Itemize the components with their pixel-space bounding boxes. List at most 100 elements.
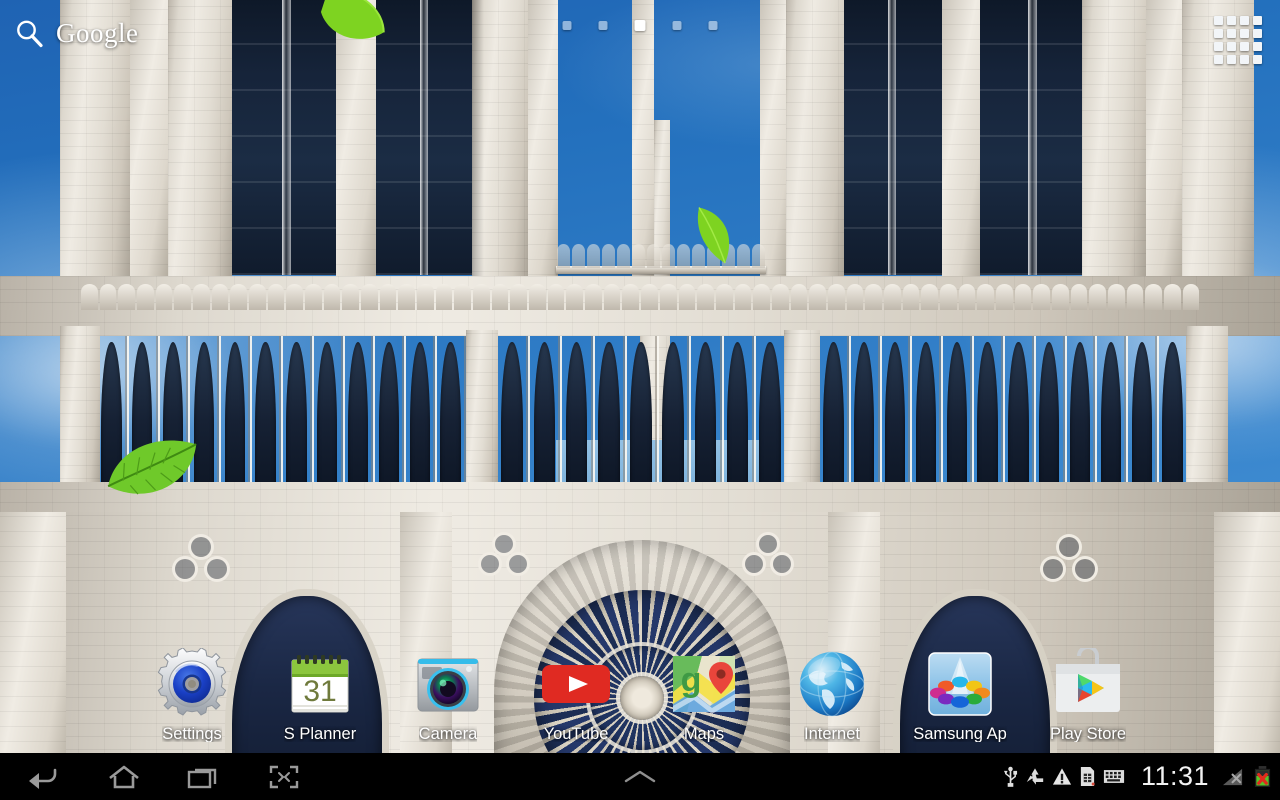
tower-right-mullion <box>1028 0 1037 275</box>
page-dot-2[interactable] <box>598 21 608 30</box>
page-dot-1[interactable] <box>562 21 572 30</box>
app-label: Settings <box>162 725 222 742</box>
app-shortcut-settings[interactable]: Settings <box>128 646 256 743</box>
apps-drawer-button[interactable] <box>1214 16 1262 64</box>
apps-grid-cell <box>1240 42 1249 51</box>
page-dot-5[interactable] <box>708 21 718 30</box>
app-shortcut-internet[interactable]: Internet <box>768 648 896 743</box>
arcade-pier <box>466 330 498 490</box>
tower-right-pier <box>942 0 980 280</box>
home-app-row: Settings 31 S Planner Camera YouTube g M… <box>0 644 1280 743</box>
status-bar-clock: 11:31 <box>1140 761 1209 791</box>
recent-apps-icon[interactable] <box>182 760 226 794</box>
recycle-icon <box>1025 767 1045 786</box>
nav-button-group <box>0 760 306 794</box>
apps-grid-cell <box>1227 42 1236 51</box>
arcade-pier <box>784 330 820 490</box>
trefoil-ornament <box>742 552 766 576</box>
no-signal-icon <box>1221 766 1246 787</box>
trefoil-ornament <box>172 556 198 582</box>
calendar-icon: 31 <box>284 648 356 720</box>
play-store-icon <box>1052 644 1124 720</box>
app-shortcut-samsung-apps[interactable]: Samsung Ap <box>896 648 1024 743</box>
page-indicator[interactable] <box>562 20 718 31</box>
apps-grid-cell <box>1214 42 1223 51</box>
app-label: Internet <box>804 725 860 742</box>
trefoil-ornament <box>478 552 502 576</box>
trefoil-ornament <box>756 532 780 556</box>
apps-grid-cell <box>1253 29 1262 38</box>
sim-card-icon <box>1079 766 1096 787</box>
apps-grid-cell <box>1253 16 1262 25</box>
battery-error-icon <box>1253 765 1272 788</box>
trefoil-ornament <box>492 532 516 556</box>
samsung-apps-icon <box>924 648 996 720</box>
svg-text:g: g <box>681 661 702 699</box>
app-label: S Planner <box>283 725 357 742</box>
trefoil-ornament <box>1072 556 1098 582</box>
page-dot-3-active[interactable] <box>634 20 646 31</box>
warning-triangle-icon <box>1052 767 1072 786</box>
gallery-balustrade <box>80 284 1200 310</box>
tower-right-pier <box>1082 0 1146 280</box>
arcade-center <box>496 336 786 486</box>
app-shortcut-play-store[interactable]: Play Store <box>1024 644 1152 743</box>
tower-right-mullion <box>888 0 896 275</box>
page-dot-4[interactable] <box>672 21 682 30</box>
tower-left-edge <box>528 0 558 290</box>
tower-shadow <box>472 0 492 285</box>
tower-left-pier <box>168 0 232 280</box>
arcade-right <box>818 336 1188 486</box>
android-home-screen: Google Settings 31 S Planner Camera YouT… <box>0 0 1280 800</box>
app-shortcut-youtube[interactable]: YouTube <box>512 648 640 743</box>
trefoil-ornament <box>506 552 530 576</box>
apps-grid-cell <box>1253 42 1262 51</box>
search-icon[interactable] <box>14 18 44 48</box>
google-search-widget[interactable]: Google <box>14 18 138 48</box>
tower-left-mullion <box>282 0 291 275</box>
trefoil-ornament <box>770 552 794 576</box>
trefoil-ornament <box>1040 556 1066 582</box>
globe-browser-icon <box>796 648 868 720</box>
app-label: Samsung Ap <box>913 725 1007 742</box>
apps-grid-cell <box>1214 16 1223 25</box>
google-maps-icon: g <box>668 648 740 720</box>
falling-leaf-icon <box>689 202 741 268</box>
camera-icon <box>412 648 484 720</box>
settings-gear-icon <box>156 646 228 720</box>
apps-grid-cell <box>1227 16 1236 25</box>
apps-grid-cell <box>1227 55 1236 64</box>
apps-grid-cell <box>1253 55 1262 64</box>
arcade-pier <box>60 326 100 492</box>
app-label: Camera <box>418 725 478 742</box>
trefoil-ornament <box>204 556 230 582</box>
gallery-band <box>0 310 1280 336</box>
apps-grid-cell <box>1240 29 1249 38</box>
expand-handle[interactable] <box>620 769 660 785</box>
tower-right-pier <box>1146 0 1182 280</box>
trefoil-ornament <box>188 534 214 560</box>
back-arrow-icon[interactable] <box>22 760 66 794</box>
apps-grid-cell <box>1240 55 1249 64</box>
apps-grid-cell <box>1227 29 1236 38</box>
tower-left-mullion <box>420 0 428 275</box>
system-navigation-bar: 11:31 <box>0 753 1280 800</box>
keyboard-icon <box>1103 768 1125 785</box>
screen-capture-icon[interactable] <box>262 760 306 794</box>
app-label: Maps <box>683 725 725 742</box>
app-shortcut-camera[interactable]: Camera <box>384 648 512 743</box>
arcade-pier <box>1186 326 1228 492</box>
youtube-icon <box>540 648 612 720</box>
usb-icon <box>1003 766 1018 787</box>
app-shortcut-s-planner[interactable]: 31 S Planner <box>256 648 384 743</box>
home-icon[interactable] <box>102 760 146 794</box>
trefoil-ornament <box>1056 534 1082 560</box>
apps-grid-cell <box>1214 29 1223 38</box>
app-shortcut-maps[interactable]: g Maps <box>640 648 768 743</box>
app-label: Play Store <box>1049 725 1127 742</box>
tower-right-pier <box>786 0 844 285</box>
svg-text:31: 31 <box>303 675 336 708</box>
apps-grid-cell <box>1214 55 1223 64</box>
google-logo-text: Google <box>56 17 139 48</box>
status-bar[interactable]: 11:31 <box>1003 763 1272 790</box>
